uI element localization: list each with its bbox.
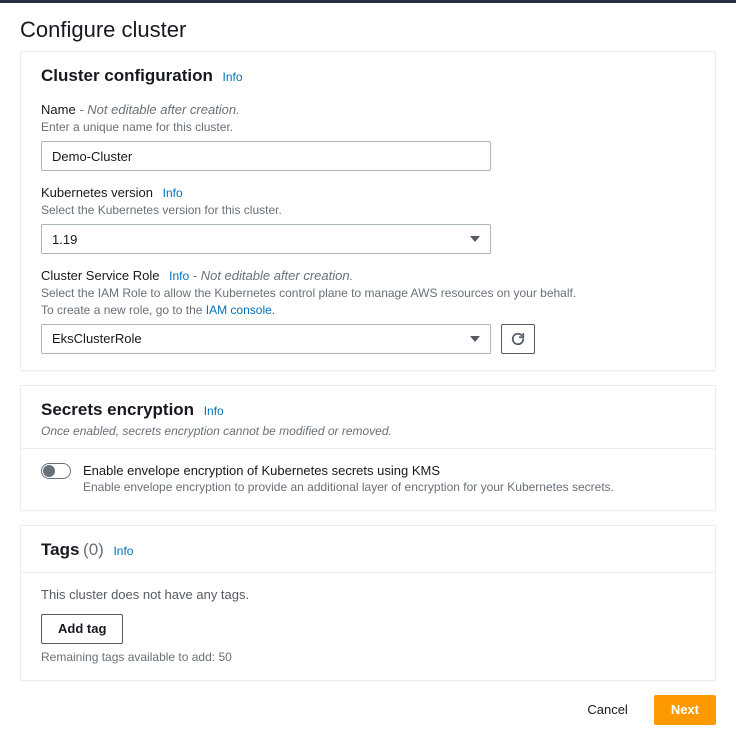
k8s-version-select[interactable]: 1.19 bbox=[41, 224, 491, 254]
secrets-title: Secrets encryption bbox=[41, 400, 194, 419]
k8s-version-label: Kubernetes version bbox=[41, 185, 153, 200]
secrets-toggle-help: Enable envelope encryption to provide an… bbox=[83, 480, 614, 494]
k8s-version-field: Kubernetes version Info Select the Kuber… bbox=[41, 185, 695, 254]
name-label: Name bbox=[41, 102, 76, 117]
service-role-field: Cluster Service Role Info - Not editable… bbox=[41, 268, 695, 353]
tags-empty-text: This cluster does not have any tags. bbox=[41, 587, 695, 602]
name-field: Name - Not editable after creation. Ente… bbox=[41, 102, 695, 171]
service-role-value: EksClusterRole bbox=[52, 331, 142, 346]
name-input[interactable] bbox=[41, 141, 491, 171]
tags-remaining: Remaining tags available to add: 50 bbox=[41, 650, 695, 664]
k8s-version-value: 1.19 bbox=[52, 232, 77, 247]
service-role-select[interactable]: EksClusterRole bbox=[41, 324, 491, 354]
footer: Cancel Next bbox=[0, 695, 736, 737]
toggle-knob bbox=[43, 465, 55, 477]
next-button[interactable]: Next bbox=[654, 695, 716, 725]
secrets-toggle[interactable] bbox=[41, 463, 71, 479]
iam-console-link[interactable]: IAM console. bbox=[206, 303, 275, 317]
secrets-subtitle: Once enabled, secrets encryption cannot … bbox=[21, 424, 715, 448]
refresh-icon bbox=[511, 332, 525, 346]
chevron-down-icon bbox=[470, 336, 480, 342]
k8s-version-help: Select the Kubernetes version for this c… bbox=[41, 202, 695, 218]
secrets-toggle-label: Enable envelope encryption of Kubernetes… bbox=[83, 463, 614, 478]
service-role-help1: Select the IAM Role to allow the Kuberne… bbox=[41, 286, 576, 300]
service-role-label: Cluster Service Role bbox=[41, 268, 160, 283]
cluster-config-info-link[interactable]: Info bbox=[223, 70, 243, 84]
chevron-down-icon bbox=[470, 236, 480, 242]
cluster-config-panel: Cluster configuration Info Name - Not ed… bbox=[20, 51, 716, 371]
service-role-note: Not editable after creation. bbox=[201, 268, 353, 283]
service-role-info-link[interactable]: Info bbox=[169, 269, 189, 283]
secrets-panel: Secrets encryption Info Once enabled, se… bbox=[20, 385, 716, 511]
cluster-config-title: Cluster configuration bbox=[41, 66, 213, 85]
name-help: Enter a unique name for this cluster. bbox=[41, 119, 695, 135]
page-title: Configure cluster bbox=[0, 3, 736, 51]
cancel-button[interactable]: Cancel bbox=[571, 695, 643, 725]
service-role-help2a: To create a new role, go to the bbox=[41, 303, 206, 317]
refresh-roles-button[interactable] bbox=[501, 324, 535, 354]
add-tag-button[interactable]: Add tag bbox=[41, 614, 123, 644]
name-note: Not editable after creation. bbox=[87, 102, 239, 117]
k8s-version-info-link[interactable]: Info bbox=[163, 186, 183, 200]
tags-info-link[interactable]: Info bbox=[113, 544, 133, 558]
tags-count: (0) bbox=[83, 540, 104, 559]
tags-title: Tags bbox=[41, 540, 79, 559]
tags-panel: Tags (0) Info This cluster does not have… bbox=[20, 525, 716, 681]
secrets-info-link[interactable]: Info bbox=[204, 404, 224, 418]
